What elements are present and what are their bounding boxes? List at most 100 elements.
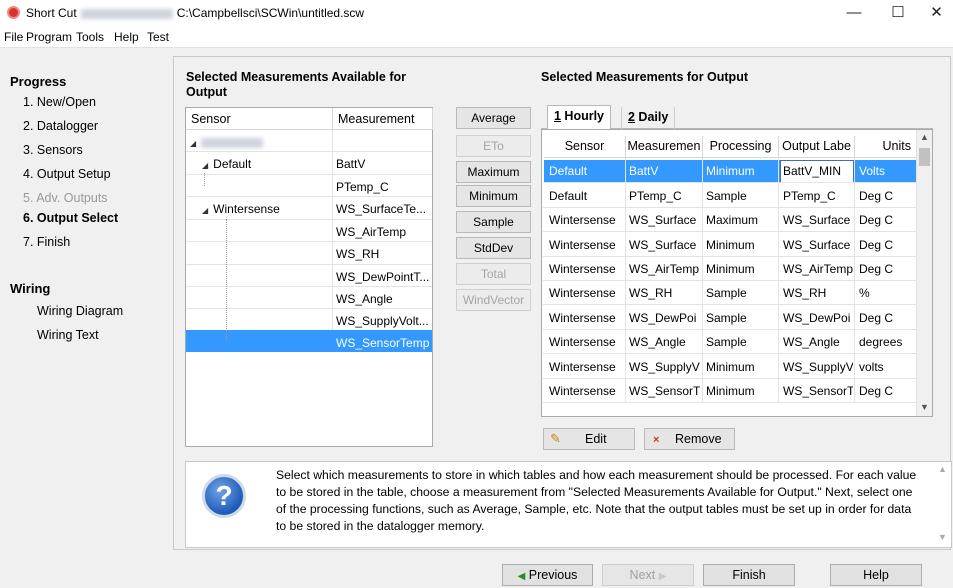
wiring-diagram-link[interactable]: Wiring Diagram [37, 304, 123, 318]
cell-measurement[interactable]: WS_AirTemp [625, 257, 702, 280]
cell-processing[interactable]: Minimum [702, 233, 778, 256]
menu-tools[interactable]: Tools [76, 30, 104, 44]
cell-processing[interactable]: Minimum [702, 257, 778, 280]
minimum-button[interactable]: Minimum [456, 185, 531, 207]
cell-sensor[interactable]: Wintersense [545, 306, 625, 329]
menu-test[interactable]: Test [147, 30, 169, 44]
menu-help[interactable]: Help [114, 30, 139, 44]
collapse-triangle-icon[interactable]: ◢ [190, 139, 196, 148]
cell-output-label[interactable]: WS_SupplyV [779, 355, 853, 378]
cell-sensor[interactable]: Wintersense [545, 233, 625, 256]
cell-sensor[interactable]: Wintersense [545, 281, 625, 304]
step-sensors[interactable]: 3. Sensors [23, 143, 83, 157]
collapse-triangle-icon[interactable]: ◢ [202, 161, 208, 170]
cell-sensor[interactable]: Wintersense [545, 208, 625, 231]
cell-measurement[interactable]: WS_Surface [625, 208, 702, 231]
cell-measurement[interactable]: WS_Angle [625, 330, 702, 353]
measurement-cell-selected[interactable]: WS_SensorTemp [333, 331, 431, 354]
cell-sensor[interactable]: Default [545, 184, 625, 207]
cell-measurement[interactable]: WS_SupplyV [625, 355, 702, 378]
cell-units[interactable]: Volts [855, 159, 917, 182]
cell-measurement[interactable]: BattV [625, 159, 702, 182]
cell-units[interactable]: Deg C [855, 233, 917, 256]
tree-root-node[interactable]: ◢ [187, 130, 332, 153]
column-header-sensor[interactable]: Sensor [544, 136, 626, 158]
cell-processing[interactable]: Minimum [702, 355, 778, 378]
edit-button[interactable]: ✎ Edit [543, 428, 635, 450]
close-button[interactable]: ✕ [920, 2, 953, 24]
cell-output-label[interactable]: PTemp_C [779, 184, 853, 207]
step-output-select[interactable]: 6. Output Select [23, 211, 118, 225]
cell-measurement[interactable]: WS_DewPoi [625, 306, 702, 329]
scroll-down-icon[interactable]: ▼ [938, 532, 947, 542]
maximum-button[interactable]: Maximum [456, 161, 531, 183]
column-header-sensor[interactable]: Sensor [186, 108, 333, 130]
column-header-measurement[interactable]: Measuremen [626, 136, 703, 158]
scroll-up-icon[interactable]: ▲ [920, 132, 929, 142]
cell-processing[interactable]: Sample [702, 184, 778, 207]
output-table-scrollbar[interactable]: ▲ ▼ [916, 130, 932, 416]
cell-units[interactable]: % [855, 281, 917, 304]
cell-processing[interactable]: Minimum [702, 159, 778, 182]
remove-button[interactable]: × Remove [644, 428, 735, 450]
maximize-button[interactable]: ☐ [876, 2, 920, 24]
previous-button[interactable]: ◀ Previous [502, 564, 593, 586]
scroll-down-icon[interactable]: ▼ [920, 402, 929, 412]
stddev-button[interactable]: StdDev [456, 237, 531, 259]
cell-units[interactable]: Deg C [855, 257, 917, 280]
cell-units[interactable]: volts [855, 355, 917, 378]
cell-output-label[interactable]: WS_AirTemp [779, 257, 853, 280]
measurement-cell[interactable]: WS_RH [333, 242, 431, 265]
measurement-cell[interactable]: PTemp_C [333, 175, 431, 198]
measurement-cell[interactable]: WS_Angle [333, 287, 431, 310]
tab-hourly[interactable]: 1 Hourly [547, 105, 612, 130]
cell-output-label[interactable]: WS_RH [779, 281, 853, 304]
step-finish[interactable]: 7. Finish [23, 235, 70, 249]
measurement-cell[interactable] [333, 130, 431, 153]
step-datalogger[interactable]: 2. Datalogger [23, 119, 98, 133]
cell-sensor[interactable]: Wintersense [545, 379, 625, 402]
cell-output-label[interactable]: WS_Surface [779, 208, 853, 231]
minimize-button[interactable]: — [832, 2, 876, 24]
cell-output-label[interactable]: WS_Surface [779, 233, 853, 256]
column-header-processing[interactable]: Processing [703, 136, 779, 158]
cell-sensor[interactable]: Wintersense [545, 330, 625, 353]
finish-button[interactable]: Finish [703, 564, 795, 586]
average-button[interactable]: Average [456, 107, 531, 129]
menu-program[interactable]: Program [26, 30, 72, 44]
sample-button[interactable]: Sample [456, 211, 531, 233]
cell-processing[interactable]: Sample [702, 330, 778, 353]
measurement-cell[interactable]: WS_SupplyVolt... [333, 309, 431, 332]
help-button[interactable]: Help [830, 564, 922, 586]
measurement-cell[interactable]: BattV [333, 152, 431, 175]
menu-file[interactable]: File [4, 30, 23, 44]
scroll-up-icon[interactable]: ▲ [938, 464, 947, 474]
measurement-cell[interactable]: WS_SurfaceTe... [333, 197, 431, 220]
column-header-units[interactable]: Units [855, 136, 918, 158]
cell-processing[interactable]: Maximum [702, 208, 778, 231]
step-output-setup[interactable]: 4. Output Setup [23, 167, 111, 181]
cell-units[interactable]: degrees [855, 330, 917, 353]
cell-output-label[interactable]: WS_DewPoi [779, 306, 853, 329]
cell-units[interactable]: Deg C [855, 184, 917, 207]
cell-measurement[interactable]: WS_Surface [625, 233, 702, 256]
cell-sensor[interactable]: Default [545, 159, 625, 182]
cell-units[interactable]: Deg C [855, 208, 917, 231]
cell-processing[interactable]: Minimum [702, 379, 778, 402]
cell-sensor[interactable]: Wintersense [545, 355, 625, 378]
wiring-text-link[interactable]: Wiring Text [37, 328, 99, 342]
column-header-output-label[interactable]: Output Labe [779, 136, 855, 158]
cell-measurement[interactable]: PTemp_C [625, 184, 702, 207]
cell-output-label[interactable]: WS_SensorT [779, 379, 853, 402]
cell-measurement[interactable]: WS_SensorT [625, 379, 702, 402]
measurement-cell[interactable]: WS_AirTemp [333, 220, 431, 243]
scrollbar-thumb[interactable] [919, 148, 930, 166]
column-header-measurement[interactable]: Measurement [333, 108, 433, 130]
cell-output-label[interactable]: WS_Angle [779, 330, 853, 353]
help-scrollbar[interactable]: ▲ ▼ [935, 462, 949, 547]
measurement-cell[interactable]: WS_DewPointT... [333, 265, 431, 288]
step-new-open[interactable]: 1. New/Open [23, 95, 96, 109]
cell-units[interactable]: Deg C [855, 379, 917, 402]
cell-units[interactable]: Deg C [855, 306, 917, 329]
tree-node-wintersense[interactable]: ◢ Wintersense [199, 197, 332, 220]
